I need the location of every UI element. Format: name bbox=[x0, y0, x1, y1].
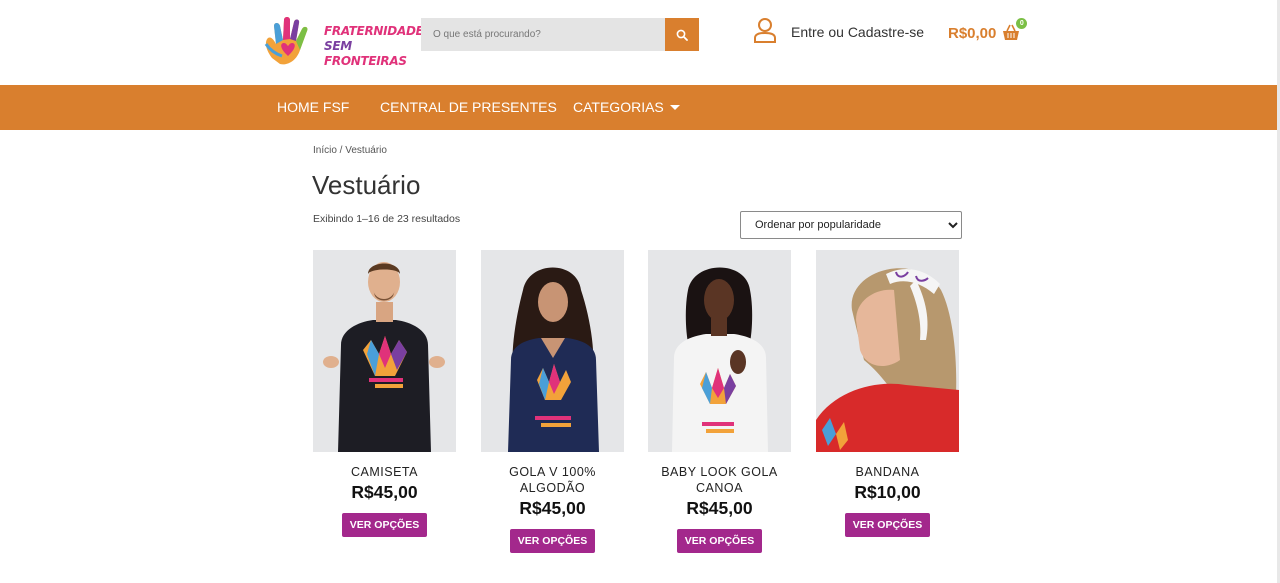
search-icon bbox=[676, 29, 688, 41]
view-options-button[interactable]: VER OPÇÕES bbox=[342, 513, 427, 537]
account-label: Entre ou Cadastre-se bbox=[791, 24, 925, 40]
caret-down-icon bbox=[669, 105, 680, 110]
search-bar bbox=[421, 18, 699, 51]
product-card: GOLA V 100% ALGODÃO R$45,00 VER OPÇÕES bbox=[481, 250, 624, 553]
product-name[interactable]: BABY LOOK GOLA CANOA bbox=[648, 464, 791, 496]
logo-wordmark: FRATERNIDADE SEM FRONTEIRAS bbox=[324, 24, 424, 69]
product-image[interactable] bbox=[481, 250, 624, 452]
logo-line2-b: FRONTEIRAS bbox=[324, 54, 407, 68]
product-name[interactable]: BANDANA bbox=[816, 464, 959, 480]
product-price: R$45,00 bbox=[351, 482, 418, 502]
user-icon bbox=[754, 18, 776, 43]
logo-line2-a: SEM bbox=[324, 39, 352, 53]
logo-line1: FRATERNIDADE bbox=[324, 24, 424, 38]
product-price: R$45,00 bbox=[519, 498, 586, 518]
hand-logo-icon bbox=[264, 17, 308, 65]
product-image[interactable] bbox=[313, 250, 456, 452]
nav-categorias[interactable]: CATEGORIAS bbox=[573, 99, 680, 115]
view-options-button[interactable]: VER OPÇÕES bbox=[845, 513, 930, 537]
product-image[interactable] bbox=[816, 250, 959, 452]
cart-link[interactable]: R$0,00 0 bbox=[948, 18, 1028, 42]
product-card: CAMISETA R$45,00 VER OPÇÕES bbox=[313, 250, 456, 537]
breadcrumb-current: Vestuário bbox=[345, 145, 387, 156]
product-name[interactable]: CAMISETA bbox=[313, 464, 456, 480]
nav-categorias-label: CATEGORIAS bbox=[573, 99, 664, 115]
nav-central-de-presentes[interactable]: CENTRAL DE PRESENTES bbox=[380, 99, 557, 115]
product-price: R$45,00 bbox=[686, 498, 753, 518]
product-photo-woman-vneck bbox=[481, 250, 624, 452]
cart-total: R$0,00 bbox=[948, 24, 997, 42]
main-navigation: HOME FSF CENTRAL DE PRESENTES CATEGORIAS bbox=[0, 85, 1280, 130]
product-name[interactable]: GOLA V 100% ALGODÃO bbox=[481, 464, 624, 496]
breadcrumb-home-link[interactable]: Início bbox=[313, 145, 337, 156]
product-image[interactable] bbox=[648, 250, 791, 452]
page-title: Vestuário bbox=[312, 170, 421, 200]
search-button[interactable] bbox=[665, 18, 699, 51]
product-photo-woman-babylook bbox=[648, 250, 791, 452]
result-count: Exibindo 1–16 de 23 resultados bbox=[313, 213, 461, 225]
site-logo[interactable]: FRATERNIDADE SEM FRONTEIRAS bbox=[262, 14, 424, 68]
product-photo-woman-bandana bbox=[816, 250, 959, 452]
view-options-button[interactable]: VER OPÇÕES bbox=[677, 529, 762, 553]
search-input[interactable] bbox=[421, 18, 665, 51]
site-header: FRATERNIDADE SEM FRONTEIRAS Entre ou Cad… bbox=[0, 0, 1280, 85]
product-price: R$10,00 bbox=[854, 482, 921, 502]
product-photo-man-tshirt bbox=[313, 250, 456, 452]
breadcrumb: Início / Vestuário bbox=[313, 145, 387, 156]
account-link[interactable]: Entre ou Cadastre-se bbox=[753, 17, 924, 43]
cart-count-badge: 0 bbox=[1016, 18, 1028, 29]
sort-select[interactable]: Ordenar por popularidade bbox=[740, 211, 962, 239]
breadcrumb-separator: / bbox=[336, 145, 346, 156]
product-card: BANDANA R$10,00 VER OPÇÕES bbox=[816, 250, 959, 537]
nav-home-fsf[interactable]: HOME FSF bbox=[277, 99, 349, 115]
view-options-button[interactable]: VER OPÇÕES bbox=[510, 529, 595, 553]
product-card: BABY LOOK GOLA CANOA R$45,00 VER OPÇÕES bbox=[648, 250, 791, 553]
